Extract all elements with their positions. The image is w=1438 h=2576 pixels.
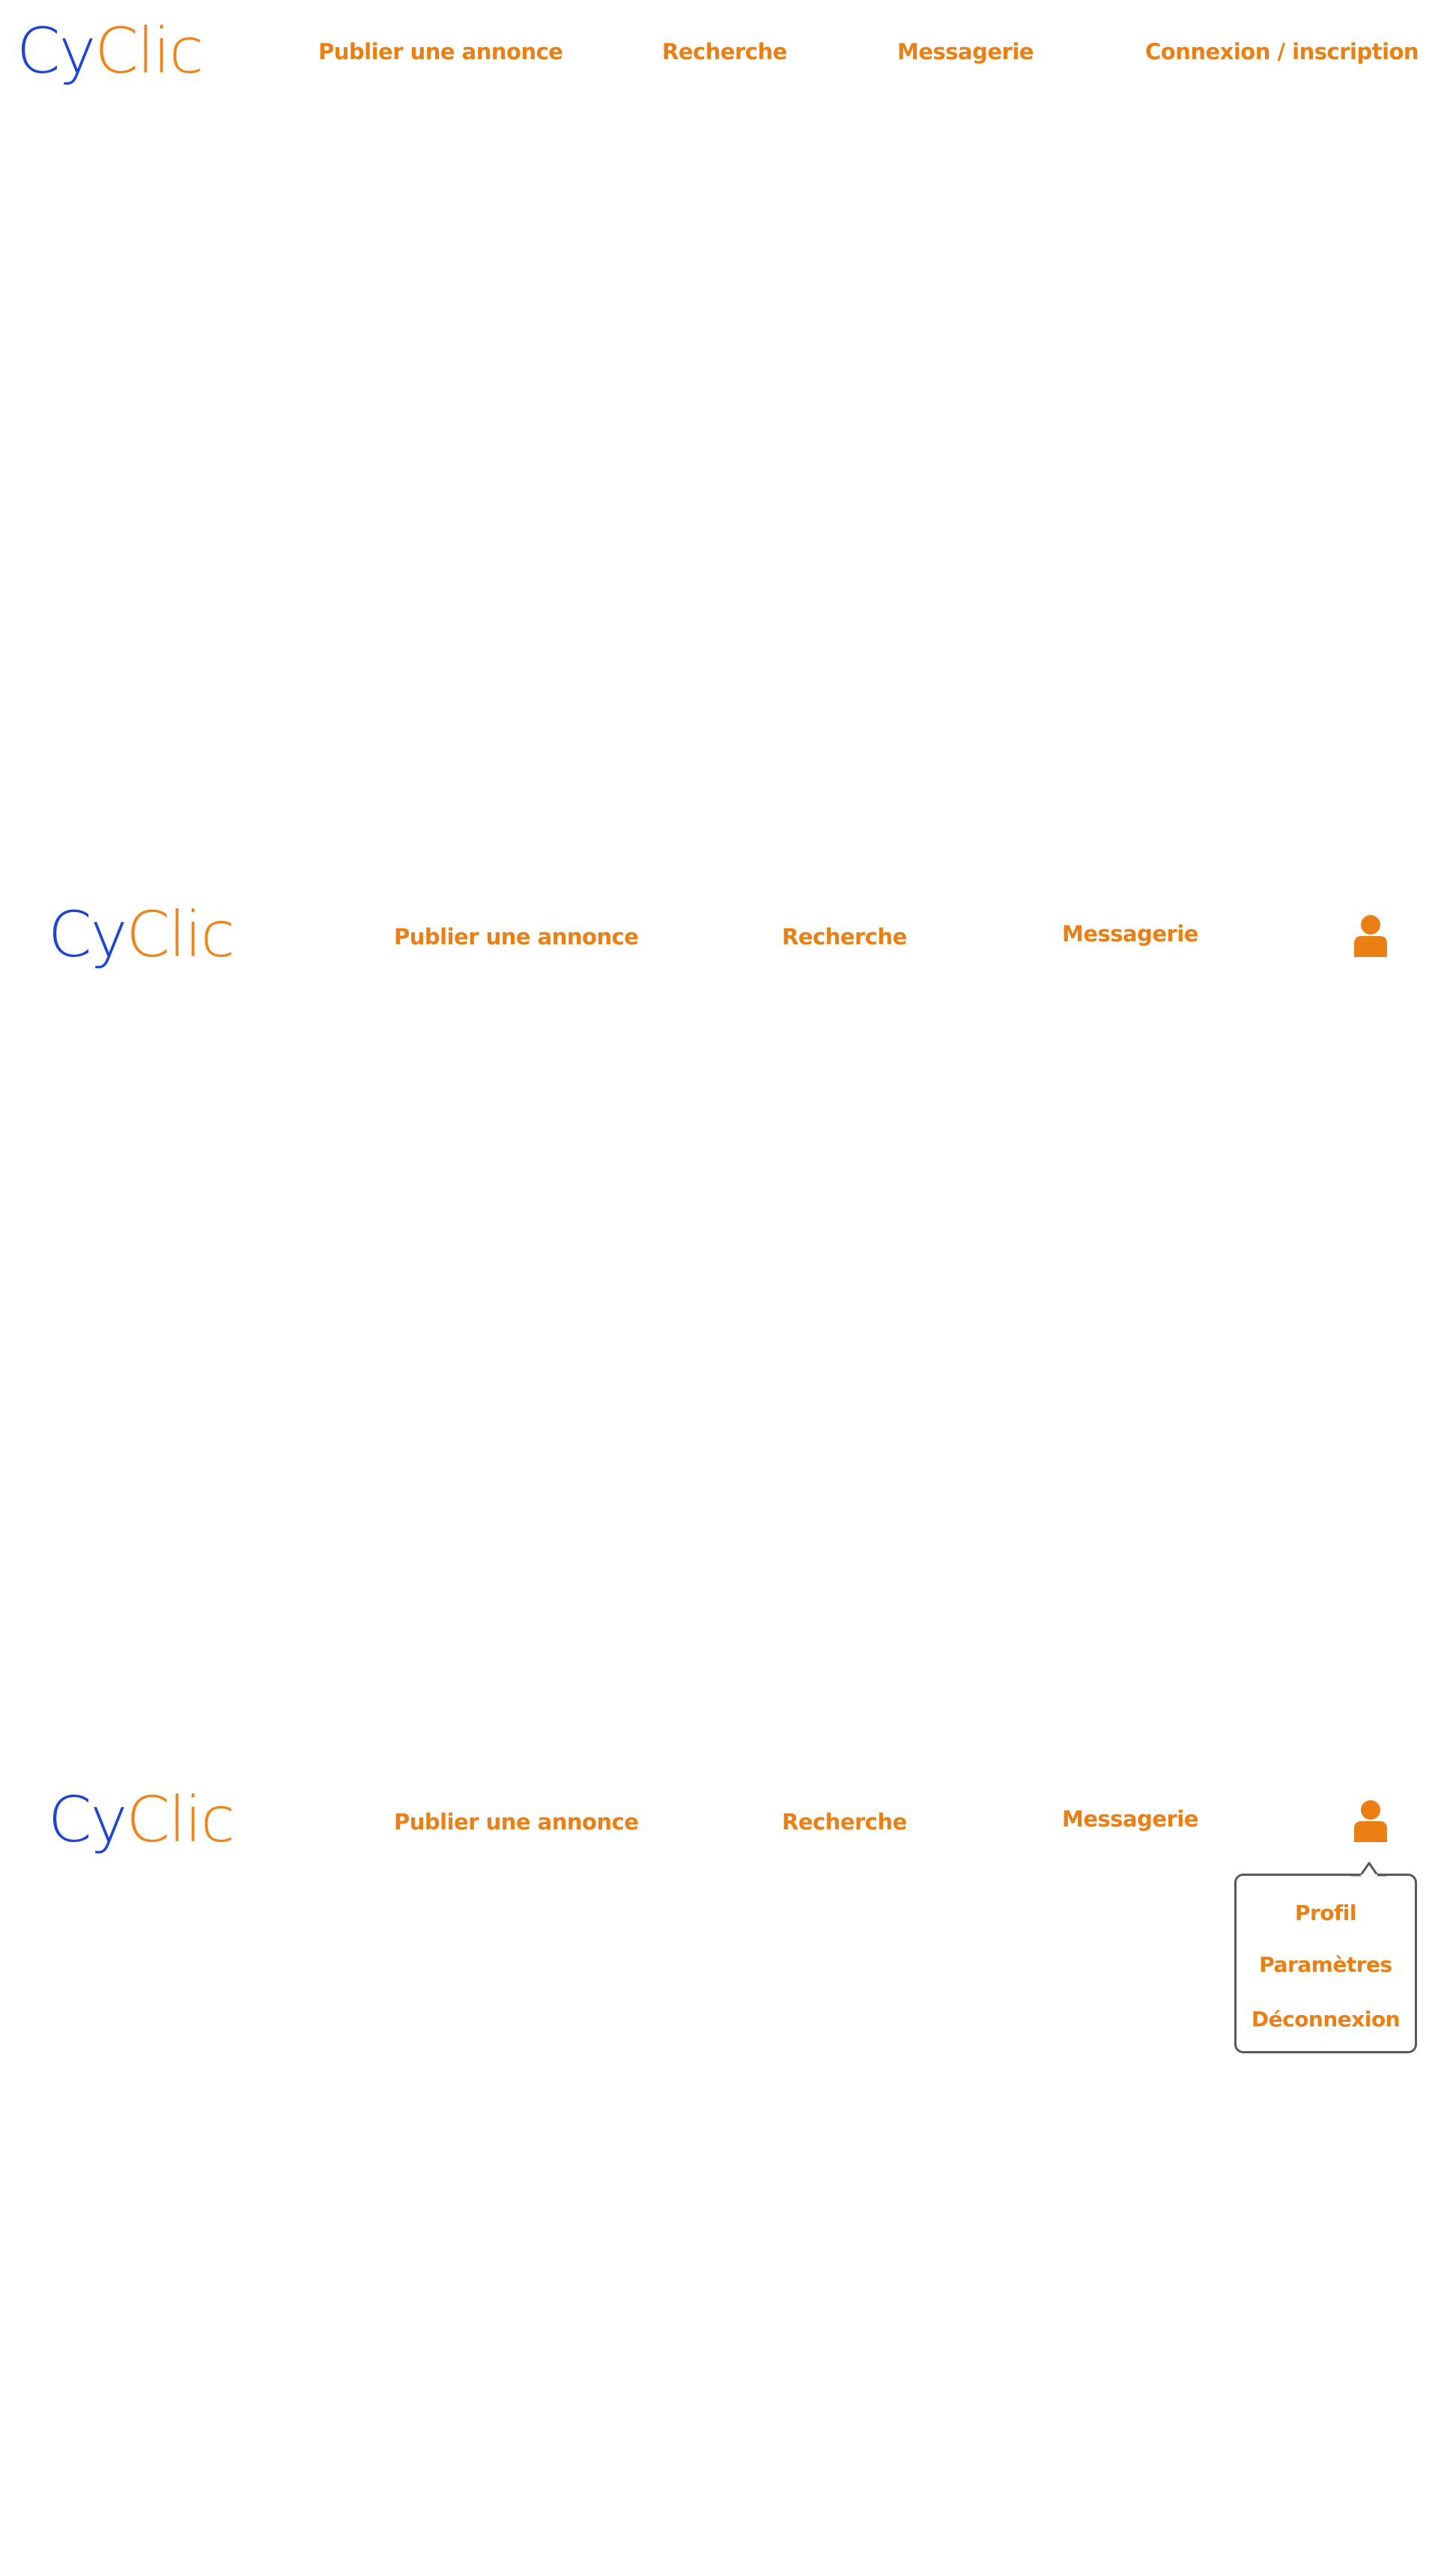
user-icon-glyph xyxy=(1354,1800,1387,1842)
menu-item-profile[interactable]: Profil xyxy=(1237,1903,1415,1924)
header-logged-in-content: CyClic Publier une annonce Recherche Mes… xyxy=(0,884,1438,996)
dropdown-caret xyxy=(1351,1862,1387,1880)
logo-text-cy: Cy xyxy=(16,14,96,88)
logo-text-cy: Cy xyxy=(48,1783,127,1856)
user-icon[interactable] xyxy=(1353,1799,1389,1844)
header-menu-open: CyClic Publier une annonce Recherche Mes… xyxy=(0,1769,1438,2068)
nav-messages[interactable]: Messagerie xyxy=(1062,923,1198,945)
menu-item-logout[interactable]: Déconnexion xyxy=(1237,2009,1415,2030)
nav-messages[interactable]: Messagerie xyxy=(897,41,1034,63)
cyclic-logo[interactable]: CyClic xyxy=(48,1788,235,1851)
nav-login-signup[interactable]: Connexion / inscription xyxy=(1145,41,1419,63)
nav-publish-ad[interactable]: Publier une annonce xyxy=(394,1811,639,1833)
nav-messages[interactable]: Messagerie xyxy=(1062,1808,1198,1830)
user-dropdown-menu: Profil Paramètres Déconnexion xyxy=(1234,1874,1417,2053)
nav-publish-ad[interactable]: Publier une annonce xyxy=(318,41,563,63)
header-logged-out: CyClic Publier une annonce Recherche Mes… xyxy=(0,0,1438,112)
nav-publish-ad[interactable]: Publier une annonce xyxy=(394,926,639,948)
logo-text-clic: Clic xyxy=(126,1783,235,1856)
nav-search[interactable]: Recherche xyxy=(782,926,907,948)
logo-text-clic: Clic xyxy=(126,898,235,971)
cyclic-logo[interactable]: CyClic xyxy=(16,19,204,82)
nav-search[interactable]: Recherche xyxy=(782,1811,907,1833)
logo-text-cy: Cy xyxy=(48,898,127,971)
user-icon-glyph xyxy=(1354,915,1387,957)
nav-search[interactable]: Recherche xyxy=(662,41,787,63)
menu-item-settings[interactable]: Paramètres xyxy=(1237,1954,1415,1975)
cyclic-logo[interactable]: CyClic xyxy=(48,903,235,966)
user-icon[interactable] xyxy=(1353,914,1389,959)
logo-text-clic: Clic xyxy=(94,14,204,88)
